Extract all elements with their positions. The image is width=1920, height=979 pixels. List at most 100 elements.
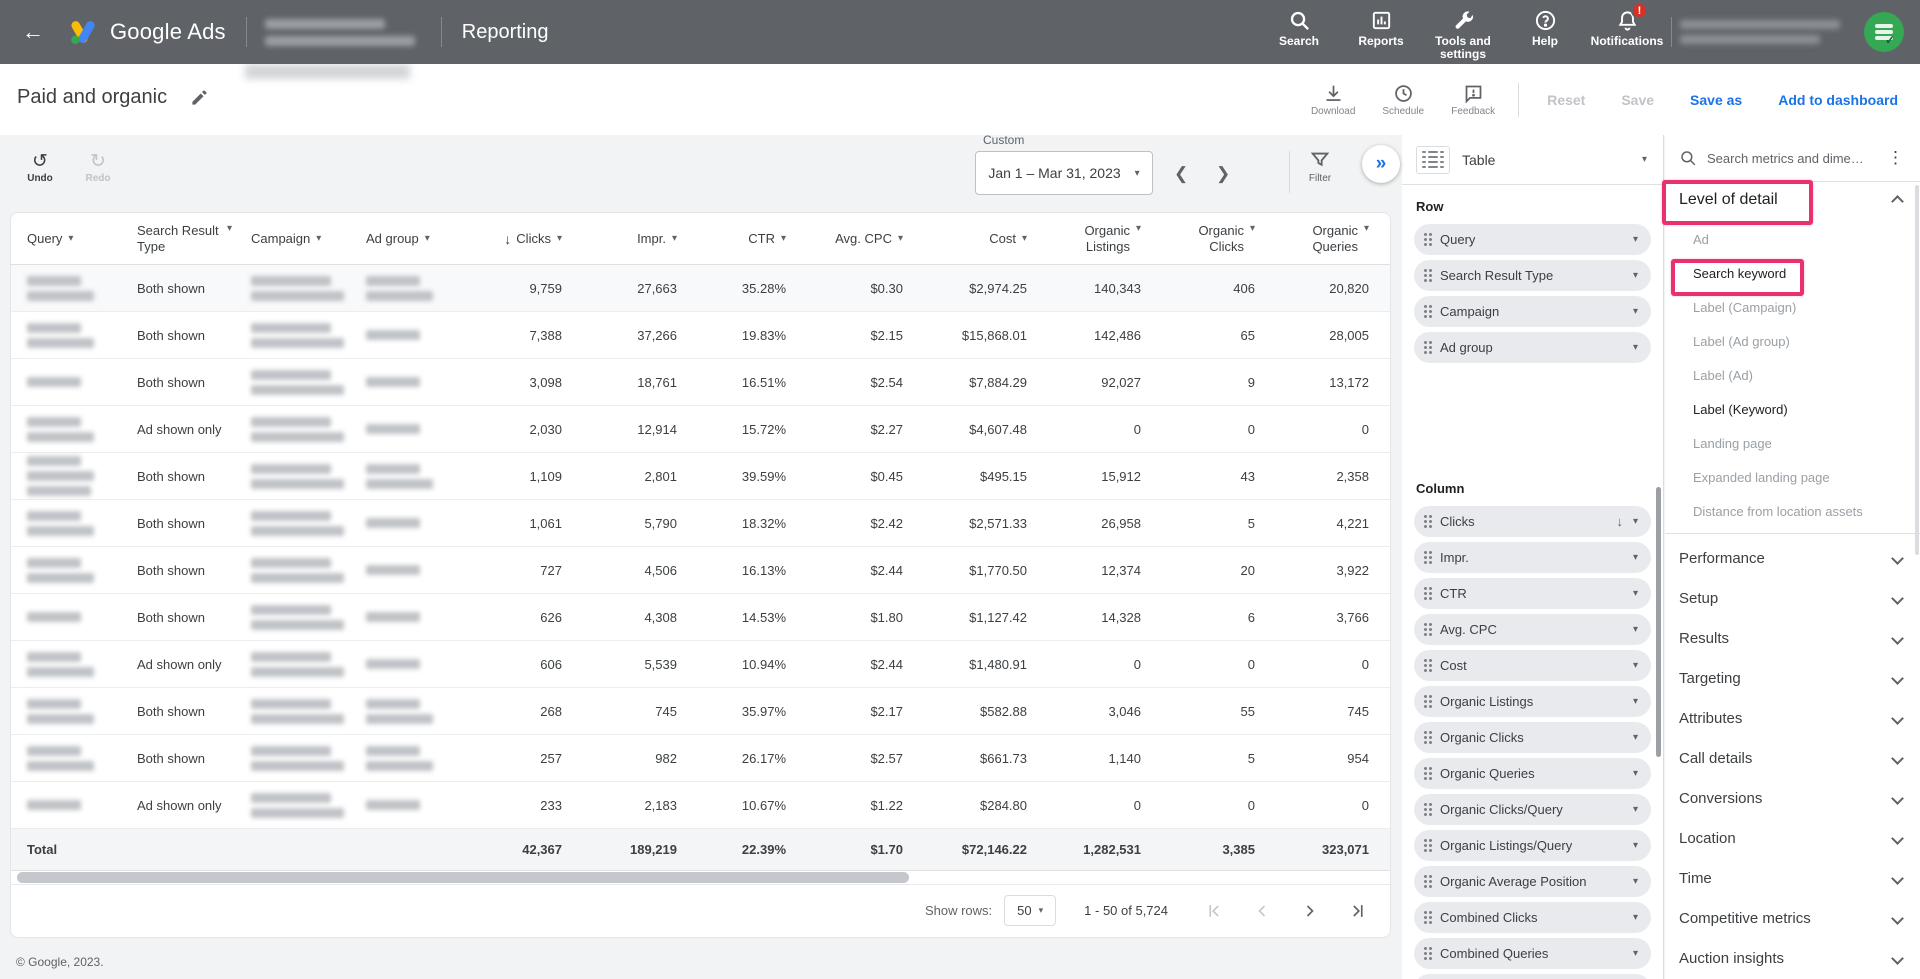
horizontal-scrollbar-thumb[interactable] — [17, 872, 909, 883]
page-size-select[interactable]: 50 ▾ — [1004, 895, 1056, 926]
undo-button[interactable]: ↺ Undo — [18, 152, 62, 184]
metric-section-results[interactable]: Results — [1665, 620, 1920, 656]
last-page-button[interactable] — [1346, 899, 1370, 923]
table-row[interactable]: Both shown26874535.97%$2.17$582.883,0465… — [11, 688, 1390, 735]
redo-button[interactable]: ↻ Redo — [76, 152, 120, 184]
table-row[interactable]: Ad shown only6065,53910.94%$2.44$1,480.9… — [11, 641, 1390, 688]
account-selector-redacted[interactable] — [265, 11, 423, 53]
first-page-button[interactable] — [1202, 899, 1226, 923]
metric-item-ad[interactable]: Ad — [1693, 232, 1709, 247]
filter-button[interactable]: Filter — [1299, 149, 1341, 184]
previous-period-button[interactable]: ❮ — [1166, 160, 1196, 188]
metric-section-setup[interactable]: Setup — [1665, 580, 1920, 616]
table-row[interactable]: Both shown6264,30814.53%$1.80$1,127.4214… — [11, 594, 1390, 641]
drag-handle-icon[interactable] — [1424, 305, 1432, 318]
table-row[interactable]: Both shown3,09818,76116.51%$2.54$7,884.2… — [11, 359, 1390, 406]
next-page-button[interactable] — [1298, 899, 1322, 923]
table-row[interactable]: Both shown25798226.17%$2.57$661.731,1405… — [11, 735, 1390, 782]
collapse-panel-button[interactable]: » — [1362, 145, 1400, 183]
chip-organic-clicks[interactable]: Organic Clicks▾ — [1414, 722, 1651, 753]
chip-ad-group[interactable]: Ad group▾ — [1414, 332, 1651, 363]
save-button[interactable]: Save — [1603, 92, 1672, 108]
chip-organic-clicks-query[interactable]: Organic Clicks/Query▾ — [1414, 794, 1651, 825]
column-header-search-result-type[interactable]: Search Result Type▾ — [137, 223, 251, 255]
column-header-ad-group[interactable]: Ad group▾ — [366, 231, 482, 246]
drag-handle-icon[interactable] — [1424, 233, 1432, 246]
metric-section-targeting[interactable]: Targeting — [1665, 660, 1920, 696]
chip-avg-cpc[interactable]: Avg. CPC▾ — [1414, 614, 1651, 645]
metric-item-label-ad-[interactable]: Label (Ad) — [1693, 368, 1753, 383]
column-header-clicks[interactable]: ↓Clicks▾ — [482, 231, 562, 247]
kebab-menu-icon[interactable]: ⋮ — [1885, 148, 1906, 168]
metric-item-label-campaign-[interactable]: Label (Campaign) — [1693, 300, 1796, 315]
drag-handle-icon[interactable] — [1424, 551, 1432, 564]
topbar-nav-tools[interactable]: Tools and settings — [1426, 0, 1500, 61]
drag-handle-icon[interactable] — [1424, 587, 1432, 600]
metric-item-distance-from-location-assets[interactable]: Distance from location assets — [1693, 504, 1863, 519]
table-row[interactable]: Both shown1,1092,80139.59%$0.45$495.1515… — [11, 453, 1390, 500]
chip-combined-queries[interactable]: Combined Queries▾ — [1414, 938, 1651, 969]
drag-handle-icon[interactable] — [1424, 839, 1432, 852]
drag-handle-icon[interactable] — [1424, 515, 1432, 528]
metric-item-label-ad-group-[interactable]: Label (Ad group) — [1693, 334, 1790, 349]
drag-handle-icon[interactable] — [1424, 911, 1432, 924]
table-row[interactable]: Both shown7274,50616.13%$2.44$1,770.5012… — [11, 547, 1390, 594]
column-header-organic-listings[interactable]: Organic Listings▾ — [1027, 223, 1141, 255]
chip-impr-[interactable]: Impr.▾ — [1414, 542, 1651, 573]
chip-combined-clicks-query[interactable]: Combined Clicks/Query▾ — [1414, 974, 1651, 979]
drag-handle-icon[interactable] — [1424, 659, 1432, 672]
metric-section-location[interactable]: Location — [1665, 820, 1920, 856]
chip-cost[interactable]: Cost▾ — [1414, 650, 1651, 681]
table-row[interactable]: Both shown1,0615,79018.32%$2.42$2,571.33… — [11, 500, 1390, 547]
metric-section-competitive-metrics[interactable]: Competitive metrics — [1665, 900, 1920, 936]
chevron-up-icon[interactable] — [1891, 195, 1904, 208]
drag-handle-icon[interactable] — [1424, 695, 1432, 708]
topbar-nav-reports[interactable]: Reports — [1344, 0, 1418, 48]
column-header-organic-clicks[interactable]: Organic Clicks▾ — [1141, 223, 1255, 255]
chip-organic-listings[interactable]: Organic Listings▾ — [1414, 686, 1651, 717]
column-header-query[interactable]: Query▾ — [27, 231, 137, 246]
drag-handle-icon[interactable] — [1424, 875, 1432, 888]
column-header-organic-queries[interactable]: Organic Queries▾ — [1255, 223, 1369, 255]
feedback-button[interactable]: Feedback — [1438, 83, 1508, 117]
chip-campaign[interactable]: Campaign▾ — [1414, 296, 1651, 327]
metric-item-landing-page[interactable]: Landing page — [1693, 436, 1772, 451]
previous-page-button[interactable] — [1250, 899, 1274, 923]
level-of-detail-header[interactable]: Level of detail — [1679, 191, 1778, 209]
chip-query[interactable]: Query▾ — [1414, 224, 1651, 255]
table-row[interactable]: Both shown9,75927,66335.28%$0.30$2,974.2… — [11, 265, 1390, 312]
visualization-select[interactable]: Table ▾ — [1402, 135, 1663, 185]
chip-clicks[interactable]: Clicks↓▾ — [1414, 506, 1651, 537]
metrics-scrollbar-thumb[interactable] — [1915, 185, 1919, 555]
config-scrollbar-thumb[interactable] — [1656, 487, 1661, 757]
chip-ctr[interactable]: CTR▾ — [1414, 578, 1651, 609]
metric-section-call-details[interactable]: Call details — [1665, 740, 1920, 776]
metric-item-search-keyword[interactable]: Search keyword — [1693, 266, 1786, 281]
metric-section-performance[interactable]: Performance — [1665, 540, 1920, 576]
chip-organic-average-position[interactable]: Organic Average Position▾ — [1414, 866, 1651, 897]
drag-handle-icon[interactable] — [1424, 803, 1432, 816]
edit-title-icon[interactable] — [190, 88, 209, 107]
date-range-picker[interactable]: Jan 1 – Mar 31, 2023 ▾ — [975, 151, 1153, 195]
account-avatar[interactable]: ✓ — [1864, 12, 1904, 52]
column-header-impr-[interactable]: Impr.▾ — [562, 231, 677, 246]
column-header-campaign[interactable]: Campaign▾ — [251, 231, 366, 246]
save-as-button[interactable]: Save as — [1672, 92, 1760, 108]
drag-handle-icon[interactable] — [1424, 947, 1432, 960]
next-period-button[interactable]: ❯ — [1208, 160, 1238, 188]
topbar-nav-notifications[interactable]: Notifications! — [1590, 0, 1664, 48]
table-row[interactable]: Both shown7,38837,26619.83%$2.15$15,868.… — [11, 312, 1390, 359]
column-header-ctr[interactable]: CTR▾ — [677, 231, 786, 246]
back-arrow-icon[interactable]: ← — [22, 19, 46, 45]
topbar-nav-help[interactable]: Help — [1508, 0, 1582, 48]
metrics-search-box[interactable]: Search metrics and dime… ⋮ — [1665, 135, 1920, 182]
metric-section-time[interactable]: Time — [1665, 860, 1920, 896]
metric-section-attributes[interactable]: Attributes — [1665, 700, 1920, 736]
drag-handle-icon[interactable] — [1424, 767, 1432, 780]
drag-handle-icon[interactable] — [1424, 623, 1432, 636]
drag-handle-icon[interactable] — [1424, 341, 1432, 354]
metric-item-label-keyword-[interactable]: Label (Keyword) — [1693, 402, 1788, 417]
chip-combined-clicks[interactable]: Combined Clicks▾ — [1414, 902, 1651, 933]
topbar-nav-search[interactable]: Search — [1262, 0, 1336, 48]
chip-search-result-type[interactable]: Search Result Type▾ — [1414, 260, 1651, 291]
